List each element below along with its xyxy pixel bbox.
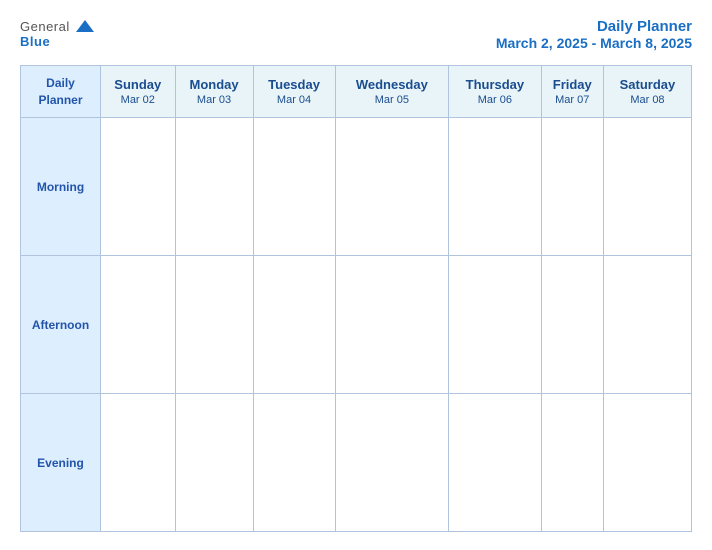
afternoon-label: Afternoon xyxy=(21,256,101,394)
afternoon-tuesday[interactable] xyxy=(253,256,335,394)
day-header-thursday: Thursday Mar 06 xyxy=(449,66,542,118)
day-name-6: Saturday xyxy=(620,77,676,92)
title-block: Daily Planner March 2, 2025 - March 8, 2… xyxy=(496,18,692,51)
day-name-3: Wednesday xyxy=(356,77,428,92)
afternoon-thursday[interactable] xyxy=(449,256,542,394)
day-header-monday: Monday Mar 03 xyxy=(175,66,253,118)
evening-friday[interactable] xyxy=(541,394,603,532)
day-name-1: Monday xyxy=(189,77,238,92)
morning-monday[interactable] xyxy=(175,118,253,256)
day-name-4: Thursday xyxy=(466,77,525,92)
evening-thursday[interactable] xyxy=(449,394,542,532)
morning-friday[interactable] xyxy=(541,118,603,256)
planner-table: Daily Planner Sunday Mar 02 Monday Mar 0… xyxy=(20,65,692,532)
header-label: Daily Planner xyxy=(21,66,100,117)
evening-tuesday[interactable] xyxy=(253,394,335,532)
afternoon-wednesday[interactable] xyxy=(335,256,449,394)
afternoon-saturday[interactable] xyxy=(603,256,691,394)
evening-row: Evening xyxy=(21,394,692,532)
afternoon-monday[interactable] xyxy=(175,256,253,394)
logo: General Blue xyxy=(20,18,96,49)
morning-wednesday[interactable] xyxy=(335,118,449,256)
header-label-line1: Daily xyxy=(46,75,75,92)
day-date-4: Mar 06 xyxy=(478,94,512,106)
morning-saturday[interactable] xyxy=(603,118,691,256)
evening-monday[interactable] xyxy=(175,394,253,532)
header-row: Daily Planner Sunday Mar 02 Monday Mar 0… xyxy=(21,66,692,118)
day-header-friday: Friday Mar 07 xyxy=(541,66,603,118)
logo-blue: Blue xyxy=(20,34,50,49)
morning-label-text: Morning xyxy=(37,180,84,194)
header-label-cell: Daily Planner xyxy=(21,66,101,118)
morning-label: Morning xyxy=(21,118,101,256)
header-label-line2: Planner xyxy=(38,92,82,109)
day-date-6: Mar 08 xyxy=(630,94,664,106)
evening-sunday[interactable] xyxy=(101,394,176,532)
day-name-0: Sunday xyxy=(114,77,161,92)
day-date-3: Mar 05 xyxy=(375,94,409,106)
planner-title: Daily Planner xyxy=(496,18,692,35)
planner-date-range: March 2, 2025 - March 8, 2025 xyxy=(496,35,692,51)
evening-saturday[interactable] xyxy=(603,394,691,532)
day-date-1: Mar 03 xyxy=(197,94,231,106)
logo-icon xyxy=(74,18,96,34)
evening-label-text: Evening xyxy=(37,456,84,470)
afternoon-row: Afternoon xyxy=(21,256,692,394)
header: General Blue Daily Planner March 2, 2025… xyxy=(20,18,692,51)
evening-wednesday[interactable] xyxy=(335,394,449,532)
page: General Blue Daily Planner March 2, 2025… xyxy=(0,0,712,550)
day-date-5: Mar 07 xyxy=(555,94,589,106)
day-header-tuesday: Tuesday Mar 04 xyxy=(253,66,335,118)
logo-general: General xyxy=(20,19,70,34)
day-name-2: Tuesday xyxy=(268,77,320,92)
afternoon-label-text: Afternoon xyxy=(32,318,89,332)
morning-tuesday[interactable] xyxy=(253,118,335,256)
evening-label: Evening xyxy=(21,394,101,532)
day-date-0: Mar 02 xyxy=(121,94,155,106)
day-header-sunday: Sunday Mar 02 xyxy=(101,66,176,118)
afternoon-friday[interactable] xyxy=(541,256,603,394)
day-name-5: Friday xyxy=(553,77,592,92)
day-date-2: Mar 04 xyxy=(277,94,311,106)
day-header-saturday: Saturday Mar 08 xyxy=(603,66,691,118)
morning-sunday[interactable] xyxy=(101,118,176,256)
morning-row: Morning xyxy=(21,118,692,256)
day-header-wednesday: Wednesday Mar 05 xyxy=(335,66,449,118)
morning-thursday[interactable] xyxy=(449,118,542,256)
afternoon-sunday[interactable] xyxy=(101,256,176,394)
